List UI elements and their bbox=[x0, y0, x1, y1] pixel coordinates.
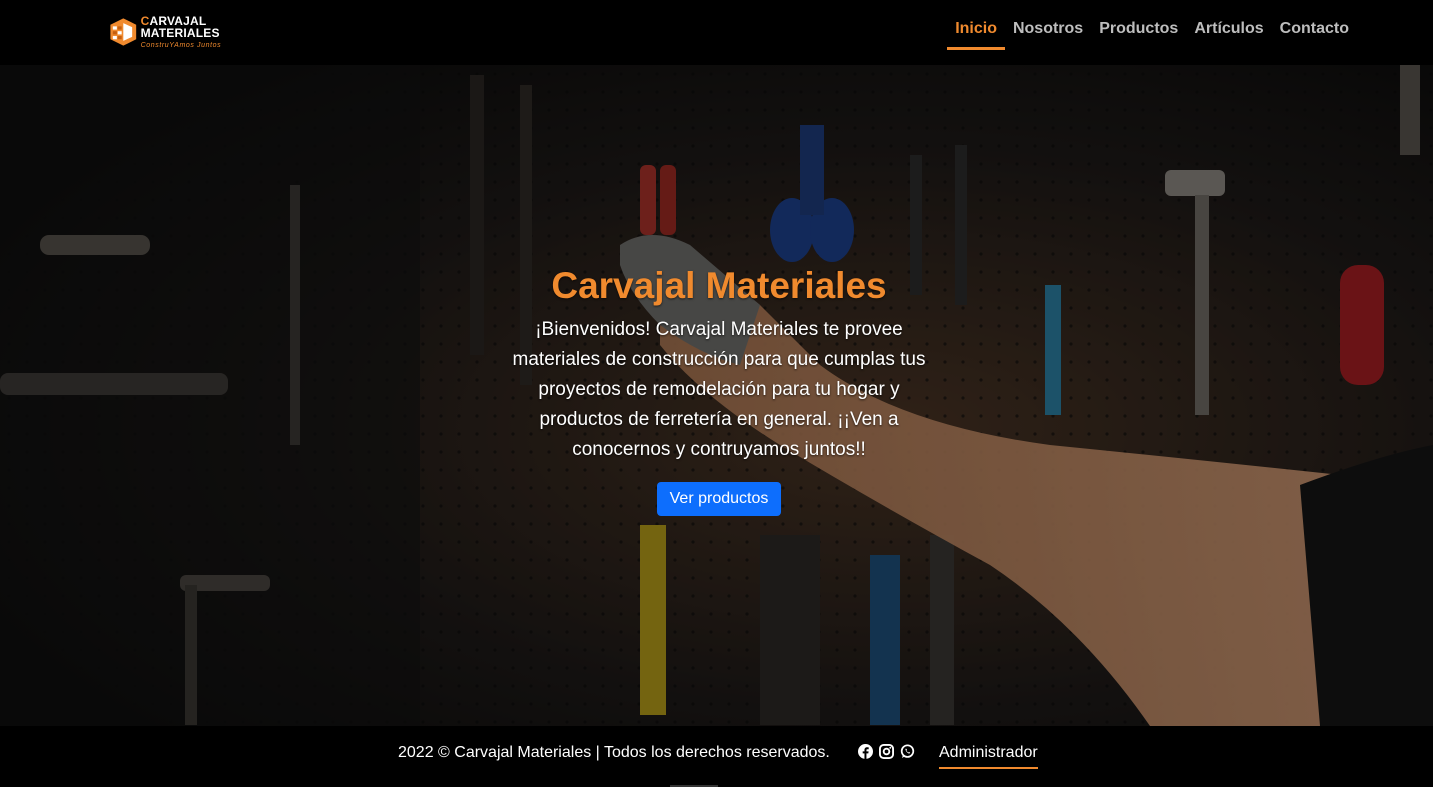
nav-link-inicio[interactable]: Inicio bbox=[947, 18, 1005, 50]
brand-name-rest: ARVAJAL MATERIALES bbox=[140, 14, 220, 40]
admin-link[interactable]: Administrador bbox=[939, 744, 1038, 769]
brand-logo[interactable]: CARVAJAL MATERIALES ConstruYAmos Juntos bbox=[108, 13, 260, 51]
nav-link-nosotros[interactable]: Nosotros bbox=[1013, 18, 1083, 46]
hero-content: Carvajal Materiales ¡Bienvenidos! Carvaj… bbox=[508, 265, 930, 516]
whatsapp-icon[interactable] bbox=[900, 744, 915, 759]
hero-section: Carvajal Materiales ¡Bienvenidos! Carvaj… bbox=[0, 65, 1433, 726]
hero-title: Carvajal Materiales bbox=[551, 265, 887, 306]
facebook-icon[interactable] bbox=[858, 744, 873, 759]
brand-text: CARVAJAL MATERIALES ConstruYAmos Juntos bbox=[141, 15, 260, 49]
view-products-button[interactable]: Ver productos bbox=[656, 482, 782, 516]
footer: 2022 © Carvajal Materiales | Todos los d… bbox=[0, 726, 1433, 787]
brand-slogan: ConstruYAmos Juntos bbox=[140, 42, 222, 49]
hero-description: ¡Bienvenidos! Carvajal Materiales te pro… bbox=[512, 319, 926, 460]
nav-link-productos[interactable]: Productos bbox=[1099, 18, 1178, 46]
copyright-text: 2022 © Carvajal Materiales | Todos los d… bbox=[398, 744, 830, 761]
social-links bbox=[858, 744, 915, 759]
instagram-icon[interactable] bbox=[879, 744, 894, 759]
brick-logo-icon bbox=[110, 18, 137, 46]
brand-name: CARVAJAL MATERIALES bbox=[141, 15, 260, 39]
navbar: CARVAJAL MATERIALES ConstruYAmos Juntos … bbox=[0, 0, 1433, 65]
nav-link-contacto[interactable]: Contacto bbox=[1280, 18, 1349, 46]
main-nav: Inicio Nosotros Productos Artículos Cont… bbox=[947, 18, 1349, 50]
nav-link-articulos[interactable]: Artículos bbox=[1194, 18, 1263, 46]
